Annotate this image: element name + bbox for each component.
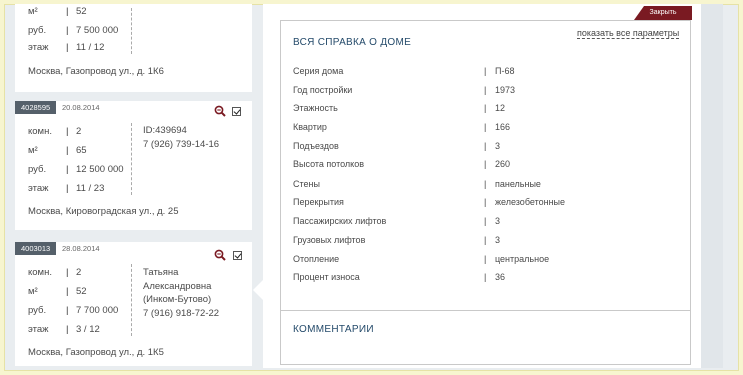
contact-phone[interactable]: 7 (926) 739-14-16 (143, 138, 219, 152)
row-key: м² (28, 6, 38, 17)
listing-date: 20.08.2014 (62, 103, 100, 112)
listing-card[interactable]: 4003013 28.08.2014 комн. | 2 м² | 52 руб. | 7 … (15, 242, 252, 366)
property-value: 1973 (495, 85, 516, 95)
column-divider (131, 123, 132, 195)
property-key: Подъездов (293, 141, 339, 151)
row-key: руб. (28, 305, 47, 316)
row-value: 11 / 23 (76, 183, 105, 194)
zoom-icon[interactable] (214, 249, 226, 261)
row-key: м² (28, 145, 38, 156)
contact-agency: (Инком-Бутово) (143, 294, 212, 305)
listing-row: м² | 52 (28, 6, 87, 17)
listing-row: этаж | 11 / 12 (28, 42, 105, 53)
listing-contact: ID:439694 7 (926) 739-14-16 (143, 124, 219, 151)
contact-phone[interactable]: 7 (916) 918-72-22 (143, 307, 219, 321)
panel-gutter (701, 4, 723, 368)
section-divider (281, 310, 690, 311)
row-key: м² (28, 286, 38, 297)
select-checkbox[interactable] (233, 251, 242, 260)
listing-row: этаж | 11 / 23 (28, 183, 105, 194)
contact-name: Татьяна (143, 267, 179, 278)
listing-id-badge: 4003013 (15, 242, 57, 255)
property-key: Перекрытия (293, 197, 344, 207)
listing-row: этаж | 3 / 12 (28, 324, 100, 335)
property-value: 3 (495, 235, 501, 245)
listing-contact: Татьяна Александровна (Инком-Бутово) 7 (… (143, 266, 219, 320)
row-value: 2 (76, 267, 82, 278)
property-key: Год постройки (293, 85, 353, 95)
property-value: 36 (495, 272, 506, 282)
row-key: этаж (28, 183, 49, 194)
row-key: руб. (28, 164, 47, 175)
listing-row: руб. | 12 500 000 (28, 164, 124, 175)
row-key: этаж (28, 324, 49, 335)
property-value: панельные (495, 179, 541, 189)
property-value: П-68 (495, 66, 515, 76)
property-value: 12 (495, 103, 506, 113)
contact-name: Александровна (143, 280, 212, 292)
property-key: Отопление (293, 254, 340, 264)
property-key: Стены (293, 179, 320, 189)
row-value: 52 (76, 286, 87, 297)
row-value: 11 / 12 (76, 42, 105, 53)
contact-id: ID:439694 (143, 125, 187, 136)
property-key: Процент износа (293, 272, 360, 282)
row-value: 7 500 000 (76, 25, 119, 36)
listing-id-badge: 4028595 (15, 101, 57, 114)
listing-card[interactable]: м² | 52 руб. | 7 500 000 этаж | 11 / 12 Москва… (15, 4, 252, 92)
listing-row: руб. | 7 700 000 (28, 305, 119, 316)
zoom-icon[interactable] (214, 105, 226, 117)
property-value: железобетонные (495, 197, 566, 207)
listing-row: м² | 52 (28, 286, 87, 297)
property-key: Квартир (293, 122, 327, 132)
column-divider (131, 8, 132, 54)
property-key: Пассажирских лифтов (293, 216, 387, 226)
property-key: Этажность (293, 103, 338, 113)
listing-row: комн. | 2 (28, 126, 82, 137)
row-key: руб. (28, 25, 47, 36)
comments-title: КОММЕНТАРИИ (293, 324, 374, 335)
property-value: 260 (495, 159, 511, 169)
listing-address[interactable]: Москва, Газопровод ул., д. 1К6 (28, 66, 164, 77)
row-key: комн. (28, 126, 52, 137)
listing-card[interactable]: 4028595 20.08.2014 комн. | 2 м² | 65 руб. | 12… (15, 101, 252, 230)
property-value: 166 (495, 122, 511, 132)
row-value: 65 (76, 145, 87, 156)
show-all-params-link[interactable]: показать все параметры (577, 28, 680, 39)
listing-address[interactable]: Москва, Газопровод ул., д. 1К5 (28, 347, 164, 358)
row-value: 7 700 000 (76, 305, 119, 316)
property-key: Высота потолков (293, 159, 364, 169)
row-value: 3 / 12 (76, 324, 100, 335)
panel-pointer (253, 280, 263, 300)
column-divider (131, 264, 132, 336)
property-key: Грузовых лифтов (293, 235, 366, 245)
close-button[interactable]: Закрыть (634, 6, 692, 20)
row-key: этаж (28, 42, 49, 53)
section-title: ВСЯ СПРАВКА О ДОМЕ (293, 37, 412, 48)
property-value: 3 (495, 216, 501, 226)
row-value: 2 (76, 126, 82, 137)
row-value: 12 500 000 (76, 164, 124, 175)
listing-row: м² | 65 (28, 145, 87, 156)
listing-address[interactable]: Москва, Кировоградская ул., д. 25 (28, 206, 179, 217)
property-value: 3 (495, 141, 501, 151)
select-checkbox[interactable] (232, 107, 241, 116)
row-key: комн. (28, 267, 52, 278)
row-value: 52 (76, 6, 87, 17)
listing-row: руб. | 7 500 000 (28, 25, 119, 36)
listing-date: 28.08.2014 (62, 244, 100, 253)
property-key: Серия дома (293, 66, 344, 76)
listing-row: комн. | 2 (28, 267, 82, 278)
property-value: центральное (495, 254, 550, 264)
